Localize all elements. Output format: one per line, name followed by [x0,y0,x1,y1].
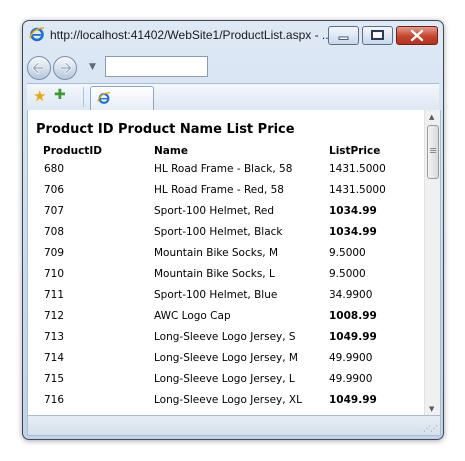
favorites-star-icon[interactable]: ★ [33,87,46,105]
ie-page-icon [97,92,111,104]
product-id-cell: 713 [44,330,65,343]
product-id-cell: 680 [44,162,65,175]
scroll-down-icon[interactable]: ▼ [429,405,434,413]
list-price-cell: 1008.99 [329,309,377,322]
list-price-cell: 34.9900 [329,288,373,301]
list-price-cell: 1034.99 [329,225,377,238]
table-row: 680 HL Road Frame - Black, 58 1431.5000 [41,158,419,179]
status-bar: ⋰⋰ [27,415,441,436]
address-field[interactable] [105,56,208,77]
list-price-cell: 1431.5000 [329,162,386,175]
list-price-cell: 1049.99 [329,330,377,343]
list-price-cell: 49.9900 [329,351,373,364]
add-favorite-icon[interactable]: ✚ [54,87,66,103]
product-id-cell: 708 [44,225,65,238]
scroll-grip-icon [430,148,436,149]
product-name-cell: HL Road Frame - Black, 58 [154,162,293,175]
back-button[interactable] [27,56,51,80]
list-price-cell: 1049.99 [329,393,377,406]
list-price-cell: 9.5000 [329,267,366,280]
vertical-scrollbar[interactable]: ▲ ▼ [424,110,440,415]
window-title: http://localhost:41402/WebSite1/ProductL… [50,28,332,42]
product-id-cell: 715 [44,372,65,385]
product-name-cell: HL Road Frame - Red, 58 [154,183,284,196]
list-price-cell: 1431.5000 [329,183,386,196]
product-id-cell: 712 [44,309,65,322]
forward-arrow-icon [59,62,72,74]
ie-logo-icon [29,27,45,42]
window-controls [325,26,438,45]
browser-window: http://localhost:41402/WebSite1/ProductL… [22,20,444,440]
minimize-icon [338,36,349,40]
scroll-up-icon[interactable]: ▲ [429,113,434,121]
title-bar[interactable]: http://localhost:41402/WebSite1/ProductL… [23,21,443,49]
product-name-cell: Sport-100 Helmet, Red [154,204,275,217]
maximize-button[interactable] [362,26,393,45]
table-row: 707 Sport-100 Helmet, Red 1034.99 [41,200,419,221]
product-id-cell: 707 [44,204,65,217]
product-id-cell: 714 [44,351,65,364]
toolbar-divider [83,87,84,107]
scrollbar-thumb[interactable] [427,125,439,179]
resize-grip-icon[interactable]: ⋰⋰ [423,424,438,433]
table-header-row: ProductID Name ListPrice [41,144,419,158]
product-name-cell: Long-Sleeve Logo Jersey, XL [154,393,302,406]
page-content: Product ID Product Name List Price Produ… [27,110,441,415]
list-price-cell: 1034.99 [329,204,377,217]
product-table: ProductID Name ListPrice 680 HL Road Fram… [41,144,419,410]
table-row: 706 HL Road Frame - Red, 58 1431.5000 [41,179,419,200]
product-name-cell: Mountain Bike Socks, L [154,267,275,280]
table-row: 716 Long-Sleeve Logo Jersey, XL 1049.99 [41,389,419,410]
product-name-cell: Sport-100 Helmet, Black [154,225,283,238]
list-price-cell: 49.9900 [329,372,373,385]
product-name-cell: Long-Sleeve Logo Jersey, S [154,330,296,343]
list-price-cell: 9.5000 [329,246,366,259]
table-row: 708 Sport-100 Helmet, Black 1034.99 [41,221,419,242]
browser-tab[interactable] [90,86,154,110]
close-icon [410,29,424,42]
table-row: 714 Long-Sleeve Logo Jersey, M 49.9900 [41,347,419,368]
table-row: 713 Long-Sleeve Logo Jersey, S 1049.99 [41,326,419,347]
table-row: 711 Sport-100 Helmet, Blue 34.9900 [41,284,419,305]
table-row: 715 Long-Sleeve Logo Jersey, L 49.9900 [41,368,419,389]
table-row: 709 Mountain Bike Socks, M 9.5000 [41,242,419,263]
product-name-cell: Sport-100 Helmet, Blue [154,288,278,301]
navigation-bar: ▼ [23,49,443,83]
column-header-name: Name [154,145,188,157]
product-id-cell: 706 [44,183,65,196]
product-name-cell: Long-Sleeve Logo Jersey, M [154,351,298,364]
product-name-cell: AWC Logo Cap [154,309,231,322]
back-arrow-icon [32,62,45,74]
column-header-list-price: ListPrice [329,145,381,157]
product-id-cell: 709 [44,246,65,259]
product-id-cell: 711 [44,288,65,301]
product-id-cell: 710 [44,267,65,280]
favorites-bar: ★ ✚ [27,83,439,112]
forward-button[interactable] [53,56,77,80]
recent-pages-dropdown-icon[interactable]: ▼ [89,62,96,72]
minimize-button[interactable] [328,26,359,45]
page-heading: Product ID Product Name List Price [36,122,295,137]
product-name-cell: Long-Sleeve Logo Jersey, L [154,372,295,385]
table-row: 710 Mountain Bike Socks, L 9.5000 [41,263,419,284]
table-row: 712 AWC Logo Cap 1008.99 [41,305,419,326]
close-button[interactable] [396,26,438,45]
column-header-product-id: ProductID [43,145,102,157]
product-name-cell: Mountain Bike Socks, M [154,246,279,259]
product-id-cell: 716 [44,393,65,406]
maximize-icon [371,30,384,40]
